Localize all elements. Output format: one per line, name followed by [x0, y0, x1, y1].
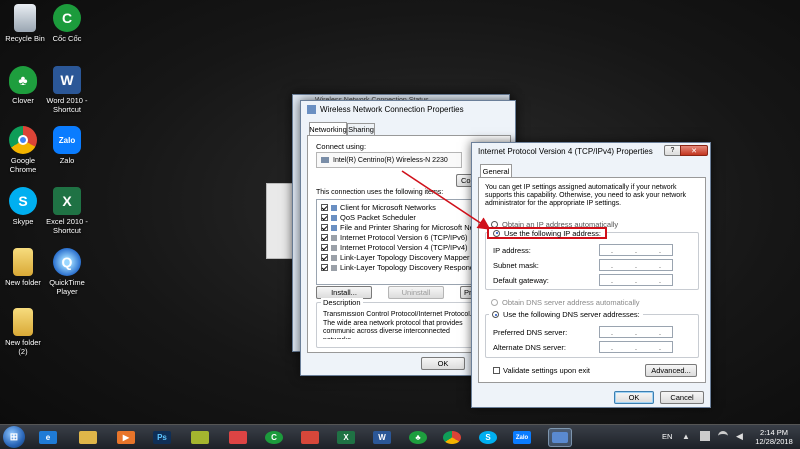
start-button[interactable]: ⊞: [3, 426, 25, 448]
folder-icon: [79, 431, 97, 444]
coccoc-icon: C: [265, 431, 283, 444]
taskbar-skype[interactable]: S: [476, 428, 500, 447]
tray-chevron-icon[interactable]: ▲: [682, 432, 690, 441]
taskbar-word[interactable]: W: [370, 428, 394, 447]
network-settings-icon: [552, 432, 568, 443]
word-icon: W: [373, 431, 391, 444]
media-player-icon: ▶: [117, 431, 135, 444]
clock[interactable]: 2:14 PM 12/28/2018: [752, 428, 796, 446]
taskbar-ie[interactable]: e: [36, 428, 60, 447]
taskbar-photoshop[interactable]: Ps: [150, 428, 174, 447]
taskbar-explorer[interactable]: [76, 428, 100, 447]
wifi-icon[interactable]: [718, 431, 728, 441]
ie-icon: e: [39, 431, 57, 444]
taskbar-chrome[interactable]: [440, 428, 464, 447]
app-icon: [191, 431, 209, 444]
language-indicator[interactable]: EN: [662, 432, 672, 441]
zalo-icon: Zalo: [513, 431, 531, 444]
tab-general[interactable]: General: [480, 164, 512, 177]
clock-date: 12/28/2018: [755, 437, 793, 446]
app-icon: [301, 431, 319, 444]
taskbar-app-5[interactable]: [188, 428, 212, 447]
radio-use-ip[interactable]: Use the following IP address:: [487, 227, 607, 239]
photoshop-icon: Ps: [153, 431, 171, 444]
taskbar-app-6[interactable]: [226, 428, 250, 447]
skype-icon: S: [479, 431, 497, 444]
app-icon: [229, 431, 247, 444]
clover-icon: ♣: [409, 431, 427, 444]
taskbar-app-8[interactable]: [298, 428, 322, 447]
clock-time: 2:14 PM: [760, 428, 788, 437]
taskbar-zalo[interactable]: Zalo: [510, 428, 534, 447]
chrome-icon: [443, 431, 461, 444]
radio-button[interactable]: [493, 229, 500, 237]
taskbar: ⊞ e ▶ Ps C X W ♣ S Zalo EN ▲ ◀ 2:14 PM 1…: [0, 424, 800, 449]
taskbar-coccoc[interactable]: C: [262, 428, 286, 447]
tray-flag-icon[interactable]: [700, 431, 710, 441]
excel-icon: X: [337, 431, 355, 444]
taskbar-clover[interactable]: ♣: [406, 428, 430, 447]
taskbar-excel[interactable]: X: [334, 428, 358, 447]
taskbar-network-settings-active[interactable]: [548, 428, 572, 447]
tab-networking[interactable]: Networking: [309, 122, 347, 135]
volume-icon[interactable]: ◀: [736, 431, 743, 442]
arrow-line: [401, 170, 491, 230]
annotation-arrow: [401, 170, 491, 230]
taskbar-media-player[interactable]: ▶: [114, 428, 138, 447]
